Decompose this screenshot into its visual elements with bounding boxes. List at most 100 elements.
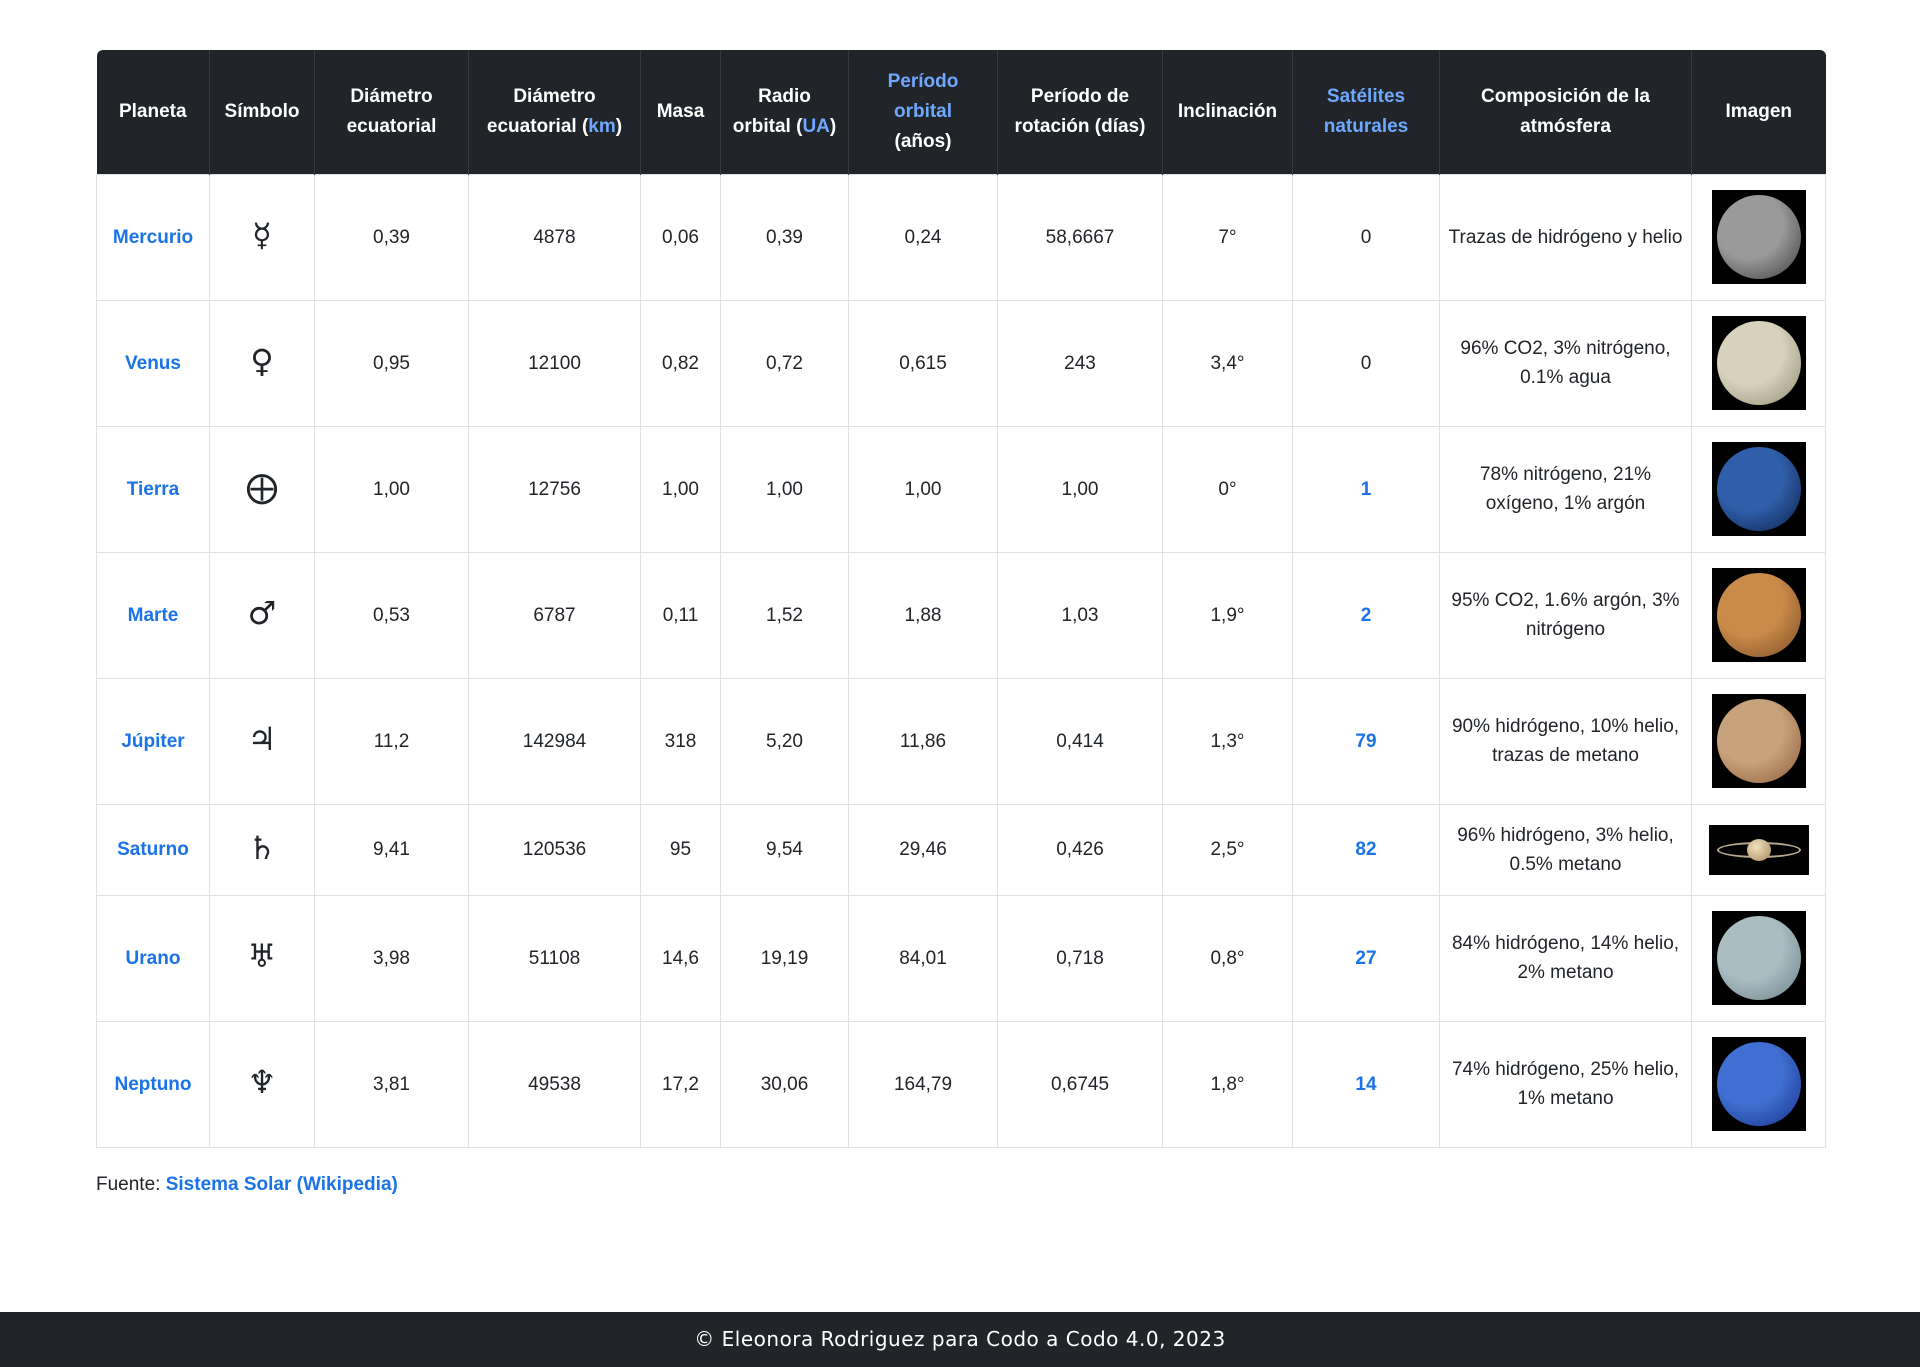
inclinacion-value: 3,4° bbox=[1210, 352, 1245, 374]
planet-symbol-cell: ♃ bbox=[209, 677, 315, 805]
header-radio-suffix: ) bbox=[829, 115, 837, 137]
radio-orbital-value: 9,54 bbox=[766, 839, 803, 860]
inclinacion-value-cell: 1,3° bbox=[1162, 677, 1293, 805]
planet-symbol: ⨁ bbox=[246, 468, 278, 506]
header-satelites: Satélites naturales bbox=[1292, 50, 1440, 174]
planet-image-cell bbox=[1691, 173, 1826, 301]
inclinacion-value: 7° bbox=[1218, 226, 1237, 248]
planet-image-cell bbox=[1691, 425, 1826, 553]
diametro-ecuatorial-value-cell: 0,39 bbox=[314, 173, 469, 301]
periodo-orbital-value-cell: 164,79 bbox=[848, 1020, 998, 1148]
header-diametro-ecuatorial: Diámetro ecuatorial bbox=[314, 50, 469, 174]
inclinacion-value: 2,5° bbox=[1210, 839, 1245, 860]
periodo-orbital-value-cell: 0,24 bbox=[848, 173, 998, 301]
masa-value: 0,11 bbox=[662, 604, 699, 626]
periodo-orbital-value: 1,00 bbox=[904, 478, 942, 500]
table-row: Marte ♂ 0,53 6787 0,11 1,52 1,88 1,03 1,9° 2 95% C… bbox=[96, 551, 1826, 679]
masa-value-cell: 0,82 bbox=[640, 299, 721, 427]
inclinacion-value: 1,3° bbox=[1210, 730, 1245, 752]
radio-orbital-value: 30,06 bbox=[760, 1073, 809, 1095]
planet-name-link[interactable]: Júpiter bbox=[121, 731, 184, 752]
satellites-link[interactable]: 14 bbox=[1355, 1074, 1376, 1095]
planet-name-link-cell: Urano bbox=[96, 894, 210, 1022]
radio-orbital-value-cell: 5,20 bbox=[720, 677, 849, 805]
periodo-orbital-link[interactable]: Período orbital bbox=[888, 71, 959, 122]
periodo-orbital-value: 0,24 bbox=[904, 226, 942, 248]
satellites-link[interactable]: 79 bbox=[1355, 731, 1376, 752]
planet-image-cell bbox=[1691, 894, 1826, 1022]
header-simbolo: Símbolo bbox=[209, 50, 315, 174]
planet-name-link[interactable]: Venus bbox=[125, 353, 181, 374]
periodo-rotacion-value-cell: 0,6745 bbox=[997, 1020, 1163, 1148]
planet-name-link[interactable]: Saturno bbox=[117, 839, 189, 860]
planet-symbol-cell: ♅ bbox=[209, 894, 315, 1022]
masa-value-cell: 17,2 bbox=[640, 1020, 721, 1148]
diametro-ecuatorial-value: 11,2 bbox=[373, 730, 410, 752]
venus-image bbox=[1711, 316, 1806, 410]
atmosphere-composition-cell: 95% CO2, 1.6% argón, 3% nitrógeno bbox=[1439, 551, 1692, 679]
diametro-ecuatorial-value-cell: 1,00 bbox=[314, 425, 469, 553]
diametro-km-value-cell: 6787 bbox=[468, 551, 641, 679]
satellites-value-cell: 0 bbox=[1292, 173, 1440, 301]
planet-name-link[interactable]: Tierra bbox=[127, 479, 179, 500]
diametro-km-value-cell: 49538 bbox=[468, 1020, 641, 1148]
inclinacion-value-cell: 0,8° bbox=[1162, 894, 1293, 1022]
mercury-image bbox=[1711, 190, 1806, 284]
diametro-ecuatorial-value-cell: 0,53 bbox=[314, 551, 469, 679]
planet-image-cell bbox=[1691, 803, 1826, 896]
masa-value-cell: 0,06 bbox=[640, 173, 721, 301]
masa-value-cell: 14,6 bbox=[640, 894, 721, 1022]
satellites-link[interactable]: 1 bbox=[1361, 479, 1372, 500]
table-body: Mercurio ☿ 0,39 4878 0,06 0,39 0,24 58,6667 7° 0 T… bbox=[96, 173, 1826, 1148]
uranus-image bbox=[1711, 911, 1806, 1005]
ua-link[interactable]: UA bbox=[802, 116, 829, 137]
header-periodo-rotacion: Período de rotación (días) bbox=[997, 50, 1163, 174]
diametro-km-value-cell: 142984 bbox=[468, 677, 641, 805]
header-diametro-km: Diámetro ecuatorial (km) bbox=[468, 50, 641, 174]
periodo-orbital-value: 1,88 bbox=[904, 604, 942, 626]
diametro-km-value-cell: 12756 bbox=[468, 425, 641, 553]
diametro-km-value-cell: 51108 bbox=[468, 894, 641, 1022]
masa-value-cell: 0,11 bbox=[640, 551, 721, 679]
planet-symbol: ♆ bbox=[247, 1063, 277, 1101]
table-row: Urano ♅ 3,98 51108 14,6 19,19 84,01 0,718 0,8° 27… bbox=[96, 894, 1826, 1022]
satellites-link[interactable]: 27 bbox=[1355, 948, 1376, 969]
radio-orbital-value: 0,72 bbox=[766, 352, 803, 374]
inclinacion-value-cell: 1,8° bbox=[1162, 1020, 1293, 1148]
neptune-image bbox=[1711, 1037, 1806, 1131]
diametro-ecuatorial-value-cell: 0,95 bbox=[314, 299, 469, 427]
diametro-ecuatorial-value-cell: 9,41 bbox=[314, 803, 469, 896]
header-inclinacion: Inclinación bbox=[1162, 50, 1293, 174]
planet-name-link-cell: Saturno bbox=[96, 803, 210, 896]
diametro-km-value: 120536 bbox=[522, 839, 587, 860]
masa-value: 1,00 bbox=[662, 478, 699, 500]
satellites-link[interactable]: 2 bbox=[1361, 605, 1372, 626]
header-planeta: Planeta bbox=[96, 50, 210, 174]
diametro-ecuatorial-value: 0,95 bbox=[373, 352, 410, 374]
satellites-link[interactable]: 82 bbox=[1355, 839, 1376, 860]
source-link[interactable]: Sistema Solar (Wikipedia) bbox=[166, 1174, 398, 1195]
diametro-ecuatorial-value: 0,39 bbox=[373, 226, 410, 248]
inclinacion-value-cell: 1,9° bbox=[1162, 551, 1293, 679]
planet-name-link[interactable]: Neptuno bbox=[114, 1074, 191, 1095]
table-container: Planeta Símbolo Diámetro ecuatorial Diám… bbox=[96, 50, 1826, 1196]
planet-name-link-cell: Venus bbox=[96, 299, 210, 427]
planet-image-cell bbox=[1691, 1020, 1826, 1148]
diametro-km-value-cell: 4878 bbox=[468, 173, 641, 301]
masa-value: 0,82 bbox=[662, 352, 699, 374]
planet-name-link[interactable]: Urano bbox=[126, 948, 181, 969]
satellites-value: 0 bbox=[1360, 352, 1372, 374]
satellites-value: 0 bbox=[1360, 226, 1372, 248]
diametro-km-value-cell: 12100 bbox=[468, 299, 641, 427]
atmosphere-composition: 74% hidrógeno, 25% helio, 1% metano bbox=[1451, 1059, 1680, 1109]
inclinacion-value: 0° bbox=[1218, 478, 1237, 500]
satelites-link[interactable]: Satélites naturales bbox=[1324, 86, 1408, 137]
planet-name-link[interactable]: Marte bbox=[128, 605, 179, 626]
km-link[interactable]: km bbox=[588, 116, 615, 137]
header-masa: Masa bbox=[640, 50, 721, 174]
planet-symbol-cell: ♆ bbox=[209, 1020, 315, 1148]
planet-name-link[interactable]: Mercurio bbox=[113, 227, 193, 248]
inclinacion-value: 1,8° bbox=[1210, 1073, 1245, 1095]
atmosphere-composition-cell: 96% CO2, 3% nitrógeno, 0.1% agua bbox=[1439, 299, 1692, 427]
periodo-rotacion-value-cell: 1,03 bbox=[997, 551, 1163, 679]
